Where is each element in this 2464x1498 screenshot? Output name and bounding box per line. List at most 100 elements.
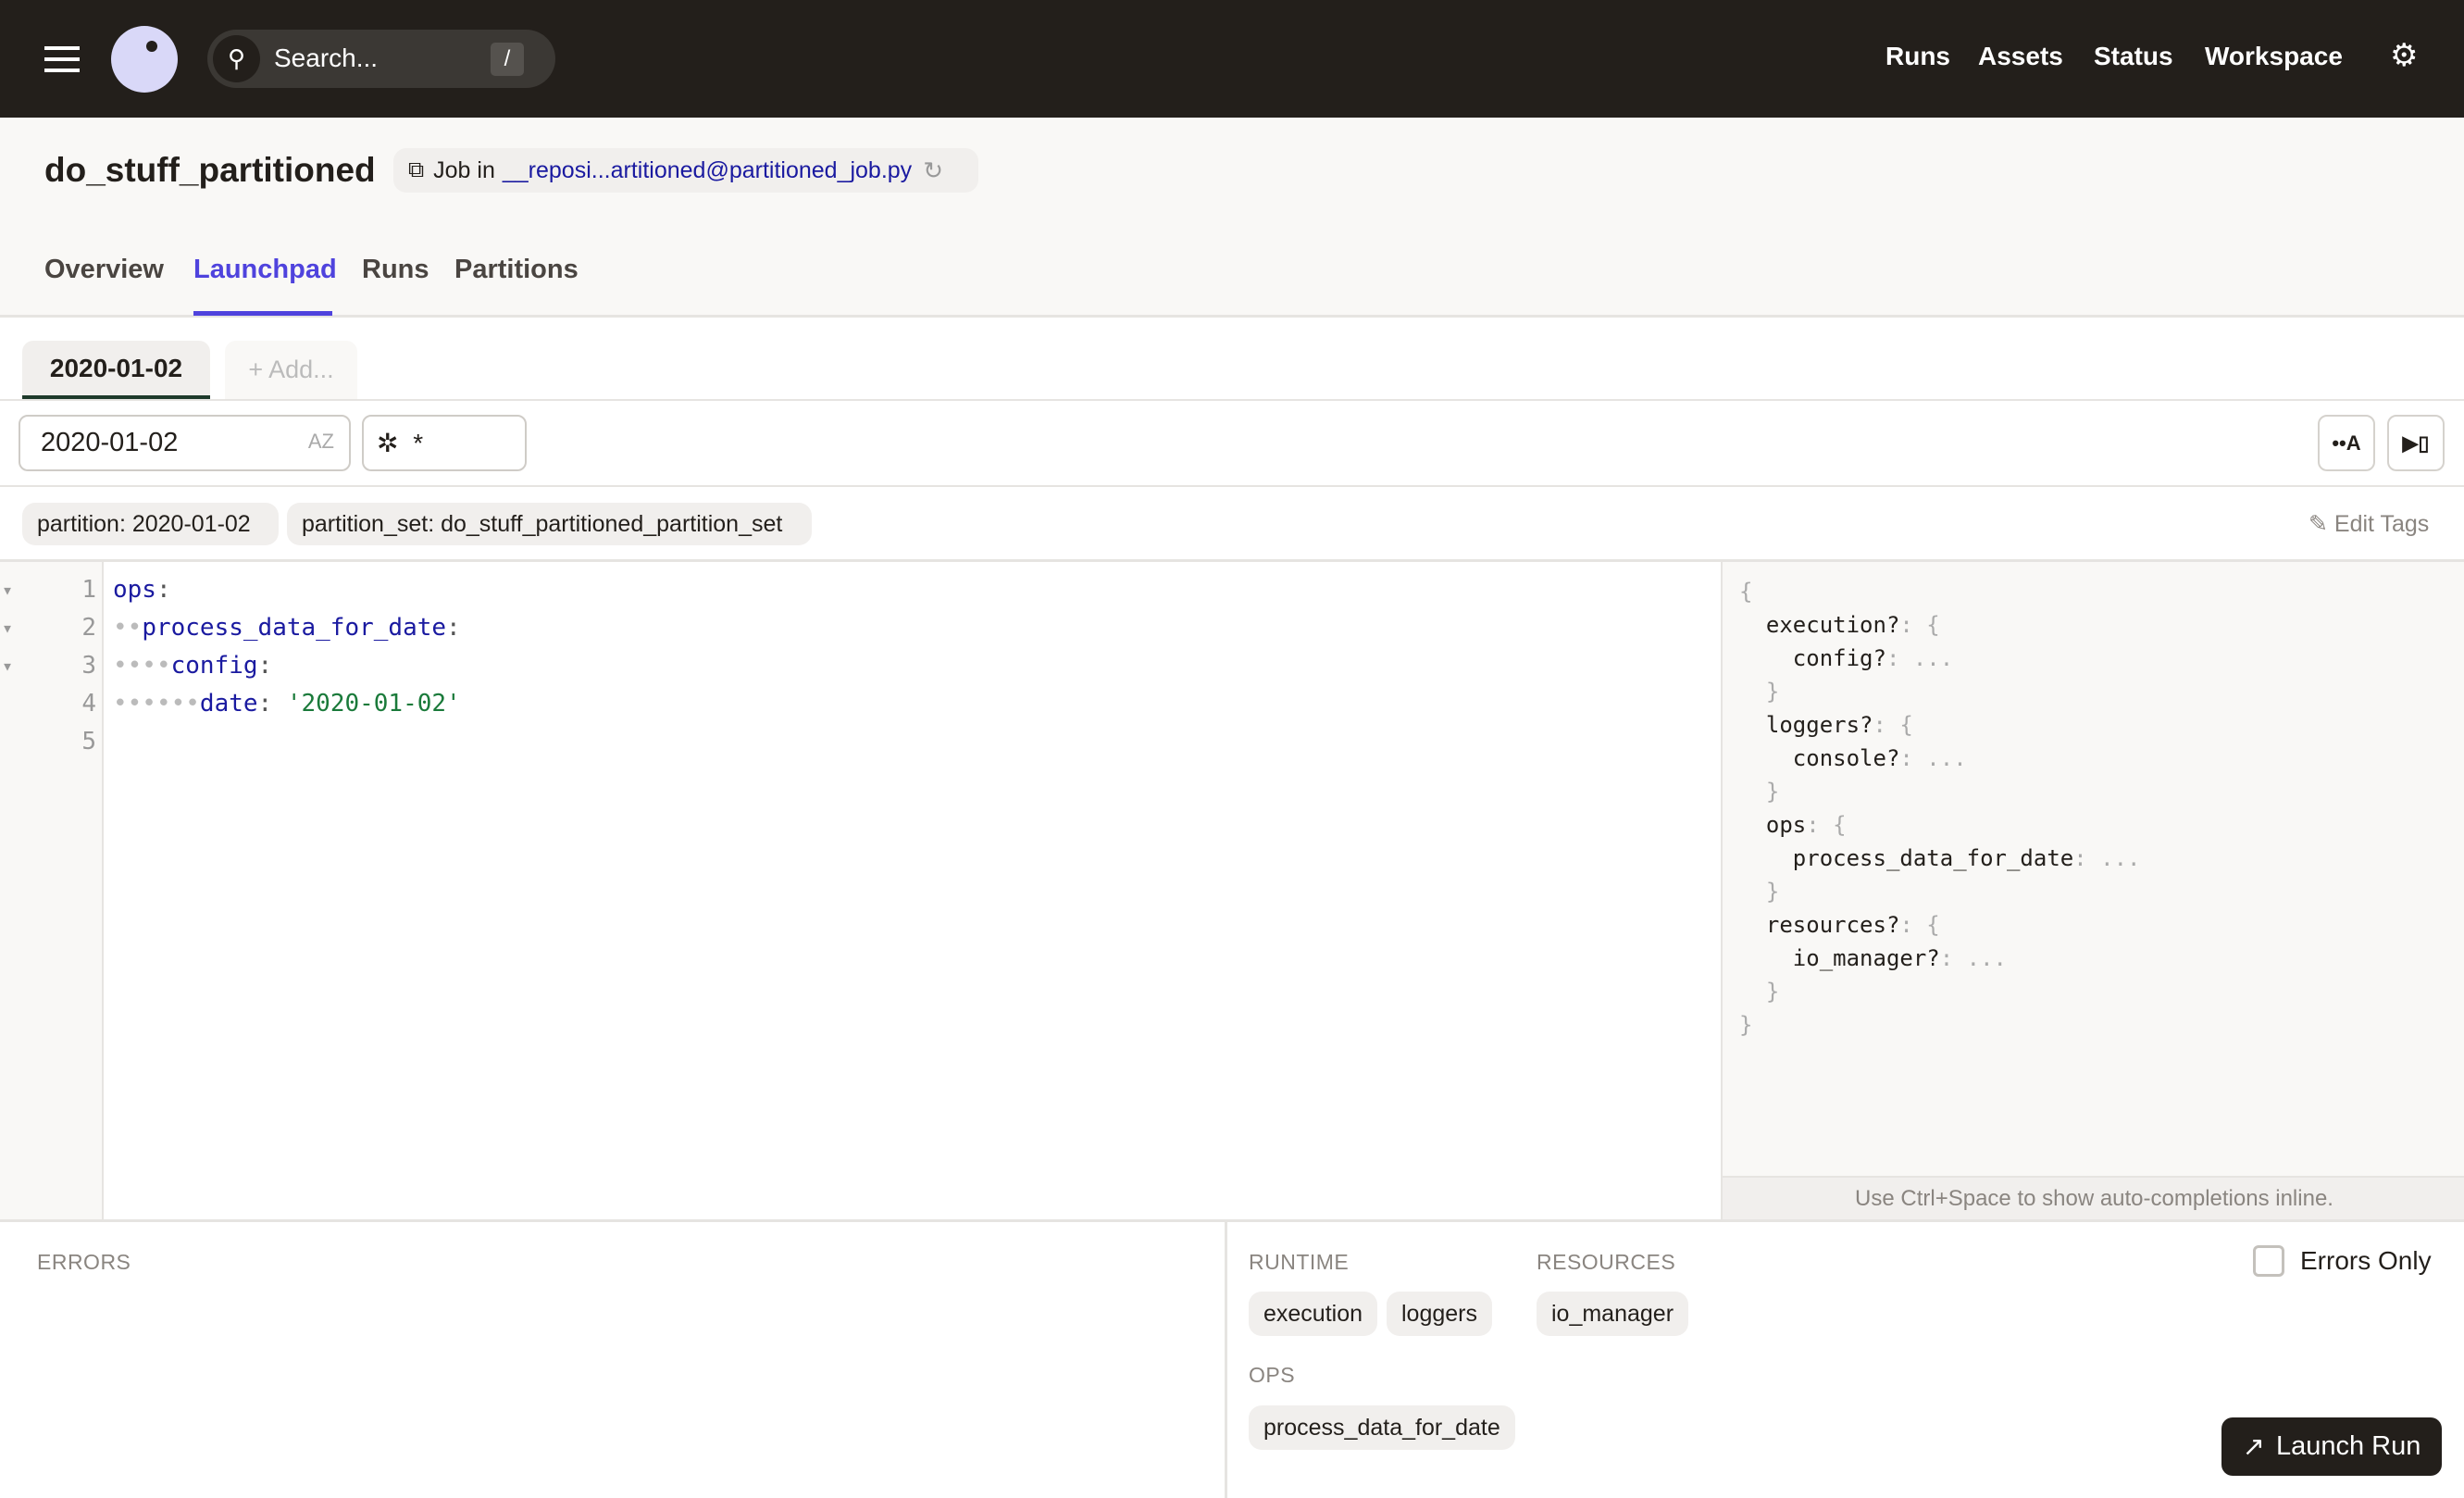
- divider: [0, 485, 2464, 487]
- session-tab-label: 2020-01-02: [49, 354, 183, 382]
- partition-input[interactable]: 2020-01-02 AZ: [19, 415, 351, 471]
- edit-tags-label: Edit Tags: [2333, 511, 2430, 537]
- tab-partitions[interactable]: Partitions: [454, 255, 579, 285]
- tag-label: partition: 2020-01-02: [37, 510, 251, 537]
- fold-arrow-icon[interactable]: ▾: [2, 647, 13, 685]
- resources-label: RESOURCES: [1537, 1250, 1676, 1274]
- schema-line: }: [1739, 875, 2140, 908]
- schema-line: }: [1739, 1008, 2140, 1042]
- settings-gear-icon[interactable]: ⚙: [2390, 37, 2418, 74]
- resource-item-io-manager[interactable]: io_manager: [1537, 1292, 1689, 1336]
- code-line[interactable]: 5: [0, 723, 1721, 761]
- page-header: do_stuff_partitioned ⧉ Job in __reposi..…: [0, 118, 2464, 318]
- line-number: 5: [81, 728, 96, 755]
- autocomplete-hint: Use Ctrl+Space to show auto-completions …: [1723, 1176, 2464, 1219]
- menu-icon[interactable]: [44, 46, 80, 72]
- session-tab-active[interactable]: 2020-01-02: [22, 341, 210, 399]
- schema-punct: : {: [1899, 612, 1940, 638]
- search-icon: ⚲: [213, 35, 260, 82]
- errors-section: ERRORS: [0, 1222, 1227, 1498]
- tab-launchpad[interactable]: Launchpad: [193, 255, 337, 285]
- code-indent: ••: [113, 614, 143, 642]
- schema-punct: }: [1765, 779, 1780, 805]
- schema-line: }: [1739, 775, 2140, 808]
- add-session-button[interactable]: + Add...: [225, 341, 357, 399]
- divider: [0, 399, 2464, 401]
- ops-label: OPS: [1249, 1363, 1296, 1387]
- job-graph-icon: ⧉: [408, 157, 425, 182]
- op-item[interactable]: process_data_for_date: [1249, 1405, 1515, 1450]
- item-label: execution: [1263, 1300, 1363, 1327]
- op-selector-input[interactable]: ✲ *: [362, 415, 527, 471]
- code-line[interactable]: 4 ••••••date: '2020-01-02': [0, 685, 1721, 723]
- line-number: 2: [81, 614, 96, 642]
- schema-punct: : {: [1899, 912, 1940, 938]
- errors-only-checkbox[interactable]: [2253, 1245, 2284, 1277]
- schema-punct: }: [1765, 879, 1780, 905]
- runtime-item-loggers[interactable]: loggers: [1387, 1292, 1492, 1336]
- top-nav-bar: ⚲ Search... / Runs Assets Status Workspa…: [0, 0, 2464, 118]
- tab-runs[interactable]: Runs: [362, 255, 429, 285]
- errors-only-label[interactable]: Errors Only: [2300, 1246, 2432, 1276]
- schema-punct: : ...: [1939, 945, 2007, 971]
- schema-key: console?: [1739, 745, 1900, 771]
- schema-key: [1739, 979, 1766, 1005]
- pencil-icon: ✎: [2308, 511, 2334, 537]
- hint-text: Use Ctrl+Space to show auto-completions …: [1855, 1186, 2333, 1211]
- schema-key: [1739, 879, 1766, 905]
- tab-overview[interactable]: Overview: [44, 255, 164, 285]
- schema-punct: }: [1739, 1012, 1753, 1038]
- fold-arrow-icon[interactable]: ▾: [2, 609, 13, 647]
- schema-key: ops: [1739, 812, 1807, 838]
- code-rest: :: [257, 652, 273, 680]
- config-editor[interactable]: ▾ 1 ops: ▾ 2 ••process_data_for_date: ▾ 3 ••••co…: [0, 562, 1721, 1219]
- add-session-label: + Add...: [248, 356, 334, 383]
- active-tab-indicator: [193, 311, 332, 316]
- nav-runs[interactable]: Runs: [1885, 42, 1950, 71]
- code-val: '2020-01-02': [286, 690, 461, 718]
- item-label: io_manager: [1551, 1300, 1674, 1327]
- toggle-whitespace-button[interactable]: ••A: [2318, 415, 2375, 471]
- reload-icon[interactable]: ↻: [923, 156, 943, 185]
- page-title: do_stuff_partitioned: [44, 151, 376, 189]
- nav-assets[interactable]: Assets: [1978, 42, 2063, 71]
- code-rest: :: [446, 614, 461, 642]
- search-placeholder: Search...: [274, 44, 379, 72]
- open-external-icon: ↗: [2242, 1432, 2265, 1462]
- runtime-item-execution[interactable]: execution: [1249, 1292, 1378, 1336]
- dagster-logo[interactable]: [111, 26, 178, 93]
- tag-partition: partition: 2020-01-02: [22, 503, 279, 545]
- code-rest: :: [257, 690, 287, 718]
- toggle-panel-button[interactable]: ▶▯: [2387, 415, 2445, 471]
- code-line[interactable]: ▾ 3 ••••config:: [0, 647, 1721, 685]
- schema-punct: {: [1739, 579, 1753, 605]
- tag-label: partition_set: do_stuff_partitioned_part…: [302, 510, 783, 537]
- code-key: ops: [113, 576, 156, 604]
- schema-key: execution?: [1739, 612, 1900, 638]
- code-line[interactable]: ▾ 2 ••process_data_for_date:: [0, 609, 1721, 647]
- nav-workspace[interactable]: Workspace: [2205, 42, 2343, 71]
- job-info-pill: ⧉ Job in __reposi...artitioned@partition…: [393, 148, 978, 193]
- search-shortcut-badge: /: [491, 43, 524, 76]
- edit-tags-button[interactable]: ✎ Edit Tags: [2308, 510, 2429, 538]
- schema-key: process_data_for_date: [1739, 845, 2074, 871]
- nav-status[interactable]: Status: [2094, 42, 2173, 71]
- search-bar[interactable]: ⚲ Search... /: [207, 30, 555, 88]
- line-number: 1: [81, 576, 96, 604]
- schema-line: }: [1739, 975, 2140, 1008]
- fold-arrow-icon[interactable]: ▾: [2, 571, 13, 609]
- schema-line: process_data_for_date: ...: [1739, 842, 2141, 875]
- code-line[interactable]: ▾ 1 ops:: [0, 571, 1721, 609]
- schema-punct: }: [1765, 679, 1780, 705]
- schema-key: resources?: [1739, 912, 1900, 938]
- line-number: 4: [81, 690, 96, 718]
- schema-key: loggers?: [1739, 712, 1873, 738]
- op-selector-value: *: [413, 429, 424, 457]
- partition-value: 2020-01-02: [41, 428, 179, 457]
- repo-link[interactable]: __reposi...artitioned@partitioned_job.py: [503, 157, 912, 184]
- schema-line: {: [1739, 575, 2140, 608]
- launch-run-button[interactable]: ↗ Launch Run: [2221, 1417, 2442, 1476]
- code-key: date: [199, 690, 258, 718]
- sort-az-icon[interactable]: AZ: [308, 430, 334, 454]
- schema-key: [1739, 779, 1766, 805]
